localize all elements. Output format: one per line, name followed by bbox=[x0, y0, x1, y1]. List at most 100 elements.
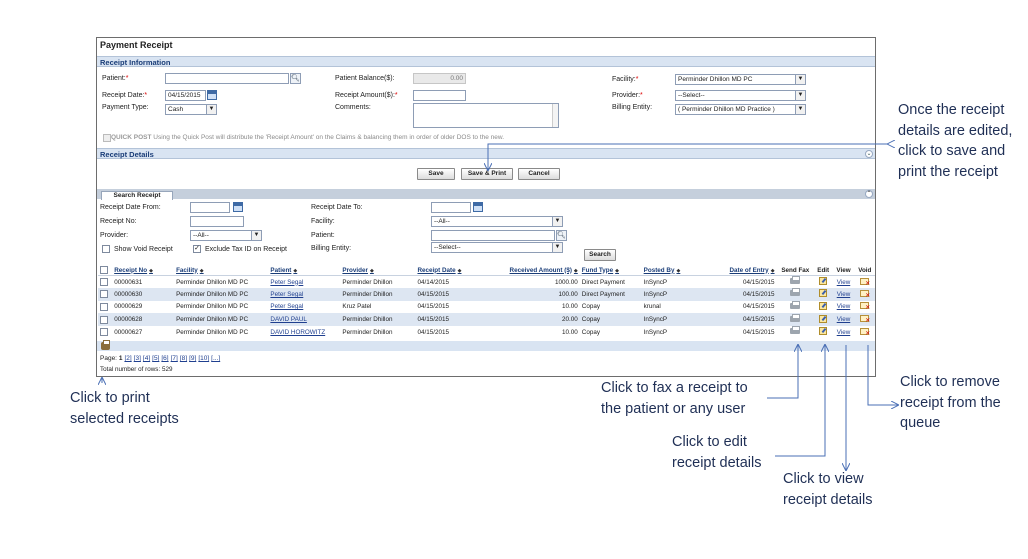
comments-scrollbar[interactable] bbox=[552, 104, 558, 127]
patient-link[interactable]: Peter Segal bbox=[270, 303, 303, 310]
fax-icon[interactable] bbox=[790, 313, 801, 322]
view-link[interactable]: View bbox=[837, 316, 851, 323]
view-link[interactable]: View bbox=[837, 279, 851, 286]
collapse-icon[interactable]: ⌃ bbox=[865, 190, 873, 198]
fax-icon[interactable] bbox=[790, 300, 801, 309]
fax-icon[interactable] bbox=[790, 276, 801, 285]
date-from-input[interactable] bbox=[190, 202, 230, 213]
col-receipt-date[interactable]: Receipt Date ◆ bbox=[415, 265, 487, 276]
calendar-icon[interactable] bbox=[233, 202, 243, 212]
patient-link[interactable]: DAVID HOROWITZ bbox=[270, 329, 325, 336]
total-rows: Total number of rows: 529 bbox=[100, 366, 173, 373]
search-button[interactable]: Search bbox=[584, 249, 616, 261]
void-icon[interactable] bbox=[860, 289, 870, 299]
chevron-down-icon: ▼ bbox=[552, 217, 562, 226]
view-link[interactable]: View bbox=[837, 291, 851, 298]
patient-label: Patient:* bbox=[102, 75, 129, 82]
search-billing-entity-select[interactable]: --Select-- ▼ bbox=[431, 242, 563, 253]
receipt-no-input[interactable] bbox=[190, 216, 244, 227]
collapse-icon[interactable]: ⌄ bbox=[865, 150, 873, 158]
patient-link[interactable]: DAVID PAUL bbox=[270, 316, 307, 323]
calendar-icon[interactable] bbox=[473, 202, 483, 212]
col-posted-by[interactable]: Posted By ◆ bbox=[641, 265, 706, 276]
show-void-checkbox[interactable] bbox=[102, 245, 110, 253]
provider-select[interactable]: --Select-- ▼ bbox=[675, 90, 806, 101]
patient-input[interactable] bbox=[165, 73, 289, 84]
col-receipt-no[interactable]: Receipt No ◆ bbox=[112, 265, 175, 276]
patient-link[interactable]: Peter Segal bbox=[270, 279, 303, 286]
edit-icon[interactable] bbox=[819, 301, 828, 310]
exclude-tax-label: Exclude Tax ID on Receipt bbox=[205, 246, 287, 253]
search-provider-select[interactable]: --All-- ▼ bbox=[190, 230, 262, 241]
page-link[interactable]: [5] bbox=[152, 355, 159, 362]
void-icon[interactable] bbox=[860, 315, 870, 324]
edit-icon[interactable] bbox=[819, 327, 828, 336]
cell-receipt-no: 00000627 bbox=[114, 328, 143, 336]
print-icon[interactable] bbox=[101, 340, 110, 350]
exclude-tax-checkbox[interactable]: ✓ bbox=[193, 245, 201, 253]
cell-patient: Peter Segal bbox=[268, 288, 341, 301]
patient-search-icon[interactable]: 🔍︎ bbox=[556, 230, 567, 241]
col-patient[interactable]: Patient ◆ bbox=[268, 265, 341, 276]
page-link[interactable]: [...] bbox=[211, 355, 220, 362]
row-checkbox[interactable] bbox=[100, 278, 108, 287]
view-link[interactable]: View bbox=[837, 329, 851, 336]
date-to-input[interactable] bbox=[431, 202, 471, 213]
col-fund-type[interactable]: Fund Type ◆ bbox=[579, 265, 642, 276]
patient-search-icon[interactable]: 🔍︎ bbox=[290, 73, 301, 84]
page-link[interactable]: [9] bbox=[189, 355, 196, 362]
cell-edit bbox=[814, 326, 832, 339]
page-link[interactable]: [7] bbox=[171, 355, 178, 362]
cancel-button[interactable]: Cancel bbox=[518, 168, 560, 180]
annotation-fax: Click to fax a receipt to the patient or … bbox=[601, 380, 748, 417]
comments-label: Comments: bbox=[335, 104, 371, 111]
save-button[interactable]: Save bbox=[417, 168, 455, 180]
edit-icon[interactable] bbox=[819, 277, 828, 286]
page-link[interactable]: [6] bbox=[161, 355, 168, 362]
cell-void bbox=[854, 313, 875, 326]
page-link[interactable]: [4] bbox=[143, 355, 150, 362]
void-icon[interactable] bbox=[860, 327, 870, 337]
receipt-amount-input[interactable] bbox=[413, 90, 466, 101]
row-checkbox[interactable] bbox=[100, 302, 108, 311]
payment-type-select[interactable]: Cash ▼ bbox=[165, 104, 217, 115]
fax-icon[interactable] bbox=[790, 288, 801, 297]
facility-select[interactable]: Perminder Dhillon MD PC ▼ bbox=[675, 74, 806, 85]
row-checkbox[interactable] bbox=[100, 315, 108, 324]
save-print-button[interactable]: Save & Print bbox=[461, 168, 513, 180]
billing-entity-select[interactable]: ( Perminder Dhillon MD Practice ) ▼ bbox=[675, 104, 806, 115]
void-icon[interactable] bbox=[860, 277, 870, 287]
col-received-amount[interactable]: Received Amount ($) ◆ bbox=[486, 265, 580, 276]
row-checkbox[interactable] bbox=[100, 290, 108, 299]
cell-patient: Peter Segal bbox=[268, 276, 340, 289]
page-link[interactable]: [3] bbox=[134, 355, 141, 362]
page-link[interactable]: [10] bbox=[198, 355, 209, 362]
fax-icon[interactable] bbox=[790, 326, 801, 335]
page-link[interactable]: [2] bbox=[124, 355, 131, 362]
calendar-icon[interactable] bbox=[207, 90, 217, 100]
receipt-date-input[interactable]: 04/15/2015 bbox=[165, 90, 206, 101]
view-link[interactable]: View bbox=[837, 303, 851, 310]
row-select-cell bbox=[98, 313, 113, 326]
comments-textarea[interactable] bbox=[413, 103, 559, 128]
row-checkbox[interactable] bbox=[100, 328, 108, 337]
page-link[interactable]: [8] bbox=[180, 355, 187, 362]
receipt-no-label: Receipt No: bbox=[100, 218, 137, 225]
edit-icon[interactable] bbox=[819, 314, 828, 323]
col-provider[interactable]: Provider ◆ bbox=[340, 265, 416, 276]
search-patient-input[interactable] bbox=[431, 230, 555, 241]
edit-icon[interactable] bbox=[819, 289, 828, 298]
col-facility[interactable]: Facility ◆ bbox=[174, 265, 269, 276]
select-all-cell bbox=[98, 265, 113, 276]
search-facility-select[interactable]: --All-- ▼ bbox=[431, 216, 563, 227]
patient-link[interactable]: Peter Segal bbox=[270, 291, 303, 298]
select-all-checkbox[interactable] bbox=[100, 266, 108, 274]
date-from-label: Receipt Date From: bbox=[100, 204, 161, 211]
cell-patient: DAVID PAUL bbox=[268, 313, 341, 326]
tab-search-receipt[interactable]: Search Receipt bbox=[101, 191, 173, 200]
quick-post-checkbox[interactable] bbox=[103, 134, 111, 142]
col-date-of-entry[interactable]: Date of Entry ◆ bbox=[705, 265, 777, 276]
chevron-down-icon: ▼ bbox=[795, 105, 805, 114]
void-icon[interactable] bbox=[860, 302, 870, 311]
cell-amount: 10.00 bbox=[562, 303, 578, 311]
